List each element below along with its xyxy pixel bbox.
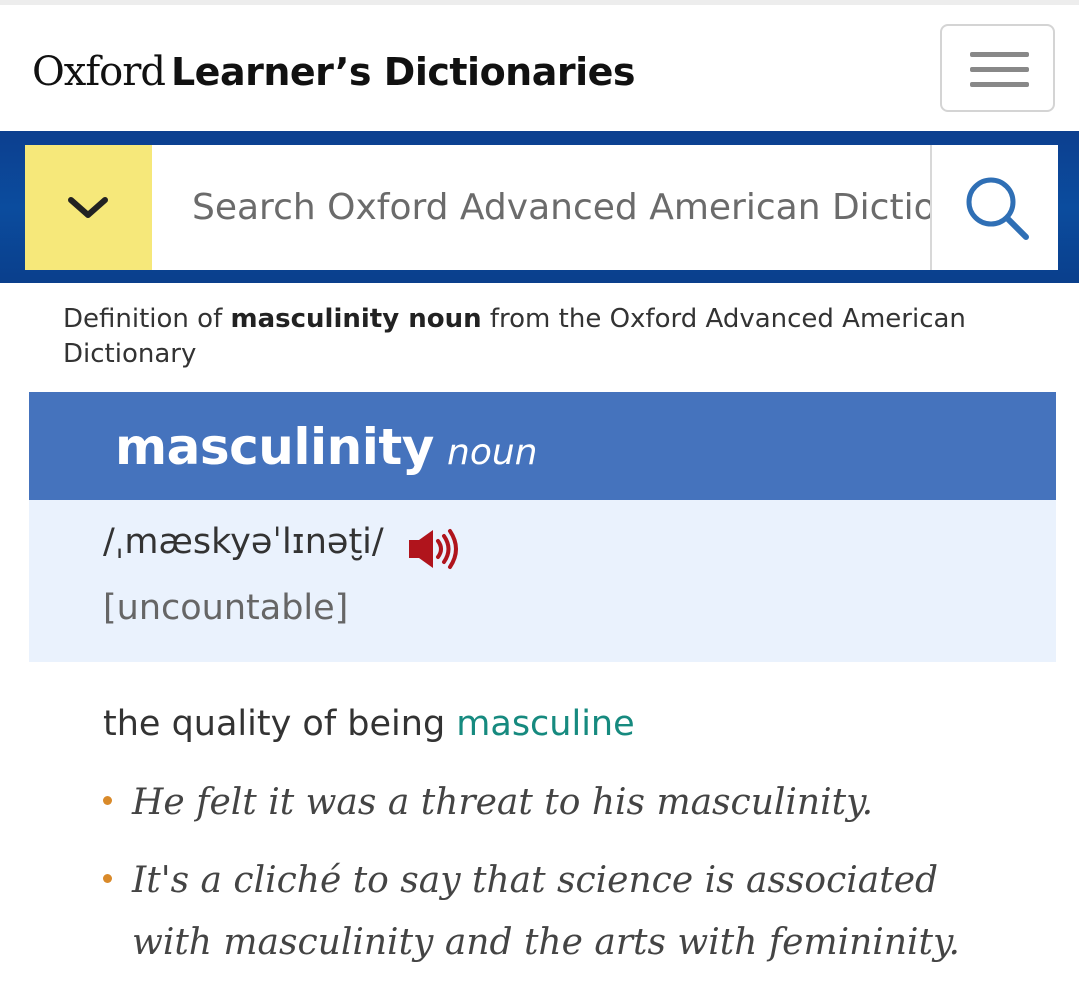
logo-learners-dictionaries-text: Learner’s Dictionaries — [170, 50, 636, 94]
masculine-link[interactable]: masculine — [456, 704, 634, 744]
definition-source-headword: masculinity noun — [230, 304, 482, 334]
sense-definition: the quality of being masculine — [103, 704, 635, 744]
magnifier-icon — [966, 177, 1029, 240]
headword: masculinity — [115, 418, 434, 476]
search-bar — [0, 131, 1079, 283]
hamburger-menu-icon-bar — [970, 67, 1029, 72]
dictionary-select-button[interactable] — [25, 145, 152, 270]
example-sentence: It's a cliché to say that science is ass… — [103, 850, 1023, 974]
example-text: It's a cliché to say that science is ass… — [132, 860, 960, 963]
hamburger-menu-button[interactable] — [940, 24, 1055, 112]
search-button[interactable] — [930, 145, 1058, 270]
grammar-label: [uncountable] — [103, 588, 349, 628]
logo-oxford-text: Oxford — [32, 49, 166, 95]
speaker-icon[interactable] — [407, 528, 461, 570]
definition-source-text: Definition of masculinity noun from the … — [63, 302, 1023, 372]
definition-source-prefix: Definition of — [63, 304, 231, 334]
part-of-speech: noun — [447, 432, 538, 473]
chevron-down-icon — [68, 197, 108, 218]
search-box — [25, 145, 1058, 270]
headword-bar: masculinity noun — [29, 392, 1056, 500]
hamburger-menu-icon-bar — [970, 52, 1029, 57]
phonetic-transcription: /ˌmæskyəˈlɪnət̮i/ — [103, 522, 384, 562]
example-text: He felt it was a threat to his masculini… — [132, 782, 874, 823]
example-sentence: He felt it was a threat to his masculini… — [103, 772, 1023, 834]
site-logo[interactable]: Oxford Learner’s Dictionaries — [32, 49, 636, 95]
bullet-icon — [103, 874, 112, 883]
search-input[interactable] — [152, 145, 930, 270]
hamburger-menu-icon-bar — [970, 82, 1029, 87]
pronunciation-box: /ˌmæskyəˈlɪnət̮i/ [uncountable] — [29, 500, 1056, 662]
site-header: Oxford Learner’s Dictionaries — [0, 5, 1079, 131]
sense-definition-text: the quality of being — [103, 704, 457, 744]
bullet-icon — [103, 796, 112, 805]
